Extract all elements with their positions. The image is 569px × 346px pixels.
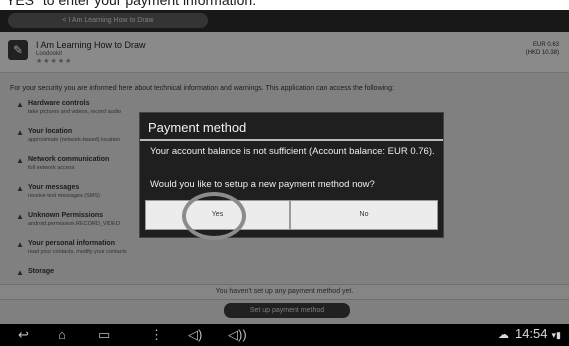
signal-icon: ▾▮ [551,330,561,340]
no-button[interactable]: No [290,200,438,230]
tablet-screen: < I Am Learning How to Draw ✎ I Am Learn… [0,10,569,346]
recent-apps-icon[interactable]: ▭ [98,327,110,343]
clock: 14:54 [514,326,548,341]
dialog-divider [140,139,443,141]
dialog-message: Your account balance is not sufficient (… [150,146,435,157]
caption-strip: YES" to enter your payment information. [0,0,569,10]
highlight-circle [182,192,246,240]
status-area: ☁ 14:54 ▾▮ [498,326,561,341]
menu-icon[interactable]: ⋮ [150,327,163,343]
back-icon[interactable]: ↩ [18,327,29,343]
home-icon[interactable]: ⌂ [58,327,66,342]
dialog-question: Would you like to setup a new payment me… [150,179,375,190]
caption-text: YES" to enter your payment information. [6,0,257,8]
cloud-icon: ☁ [497,329,509,341]
volume-up-icon[interactable]: ◁)) [228,327,247,343]
volume-down-icon[interactable]: ◁) [188,327,202,343]
dialog-title: Payment method [148,120,247,135]
system-nav-bar: ↩ ⌂ ▭ ⋮ ◁) ◁)) ☁ 14:54 ▾▮ [0,324,569,346]
